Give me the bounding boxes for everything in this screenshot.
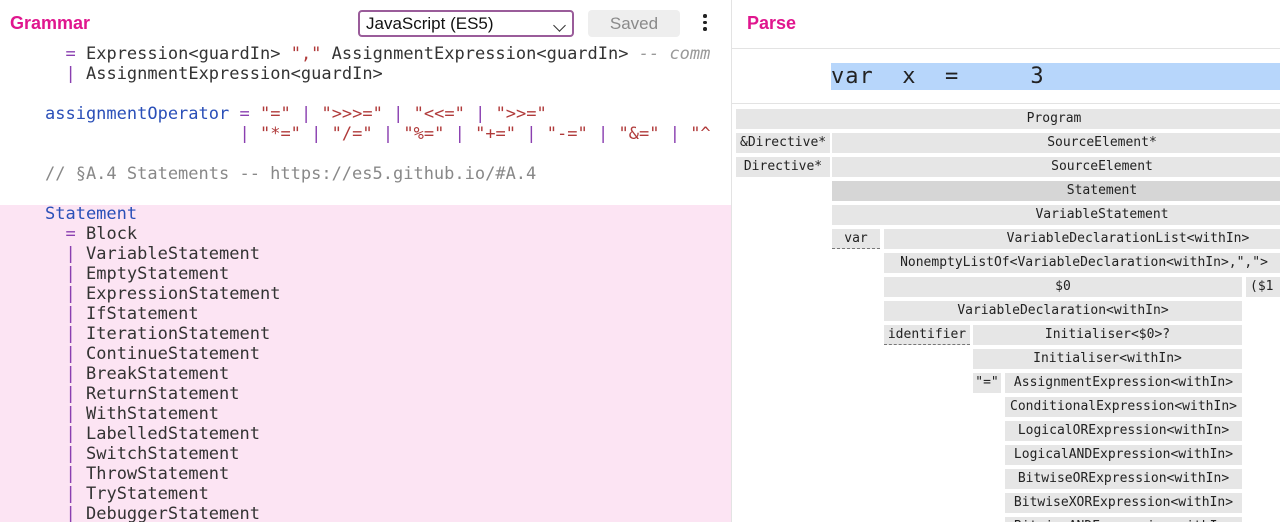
parse-node[interactable]: "=" [973,373,1001,393]
code-line: | EmptyStatement [65,264,230,284]
code-line: | ContinueStatement [65,344,260,364]
parse-node[interactable]: Initialiser<withIn> [973,349,1242,369]
code-line: | LabelledStatement [65,424,260,444]
parse-node[interactable]: BitwiseXORExpression<withIn> [1005,493,1242,513]
parse-node[interactable]: Statement [832,181,1280,201]
code-line: Statement [45,204,138,224]
parse-node[interactable]: var [832,229,880,249]
parse-pane: Parse var x = 3 Program &Directive* Source… [732,0,1280,522]
code-line: = Expression<guardIn> "," AssignmentExpr… [65,44,711,64]
code-line: | DebuggerStatement [65,504,260,522]
parse-node[interactable]: SourceElement* [832,133,1280,153]
parse-node[interactable]: ($1 [1246,277,1280,297]
parse-node[interactable]: &Directive* [736,133,830,153]
chevron-down-icon [553,19,566,32]
code-line: assignmentOperator = "=" | ">>>=" | "<<=… [45,104,547,124]
code-line: | ThrowStatement [65,464,230,484]
code-line: | WithStatement [65,404,220,424]
code-line: = Block [65,224,138,244]
parse-node[interactable]: VariableDeclaration<withIn> [884,301,1242,321]
language-select[interactable]: JavaScript (ES5) [358,10,574,37]
parse-node[interactable]: SourceElement [832,157,1280,177]
parse-node[interactable]: VariableDeclarationList<withIn> [884,229,1280,249]
code-line: | TryStatement [65,484,209,504]
parse-node[interactable]: Program [736,109,1280,129]
code-line: // §A.4 Statements -- https://es5.github… [45,164,537,184]
parse-node[interactable]: BitwiseORExpression<withIn> [1005,469,1242,489]
saved-button[interactable]: Saved [588,10,680,37]
more-vertical-icon[interactable] [696,11,714,37]
parse-node[interactable]: Directive* [736,157,830,177]
code-line: | VariableStatement [65,244,260,264]
code-line: | "*=" | "/=" | "%=" | "+=" | "-=" | "&=… [239,124,711,144]
code-line: | ReturnStatement [65,384,240,404]
grammar-title: Grammar [10,13,91,33]
code-line: | AssignmentExpression<guardIn> [65,64,383,84]
parse-tree: Program &Directive* SourceElement* Directiv… [732,0,1280,522]
parse-node[interactable]: AssignmentExpression<withIn> [1005,373,1242,393]
code-line: | IfStatement [65,304,199,324]
parse-node[interactable]: BitwiseANDExpression<withIn> [1005,517,1242,522]
parse-node[interactable]: identifier [884,325,970,345]
parse-node[interactable]: ConditionalExpression<withIn> [1005,397,1242,417]
grammar-pane: = Expression<guardIn> "," AssignmentExpr… [0,0,731,522]
code-line: | IterationStatement [65,324,271,344]
code-line: | SwitchStatement [65,444,240,464]
parse-node[interactable]: VariableStatement [832,205,1280,225]
code-line: | ExpressionStatement [65,284,281,304]
parse-node[interactable]: LogicalANDExpression<withIn> [1005,445,1242,465]
grammar-header: Grammar JavaScript (ES5) Saved [0,0,731,46]
parse-node[interactable]: LogicalORExpression<withIn> [1005,421,1242,441]
parse-node[interactable]: Initialiser<$0>? [973,325,1242,345]
parse-node[interactable]: NonemptyListOf<VariableDeclaration<withI… [884,253,1280,273]
code-line: | BreakStatement [65,364,230,384]
language-select-value: JavaScript (ES5) [366,14,494,33]
parse-node[interactable]: $0 [884,277,1242,297]
